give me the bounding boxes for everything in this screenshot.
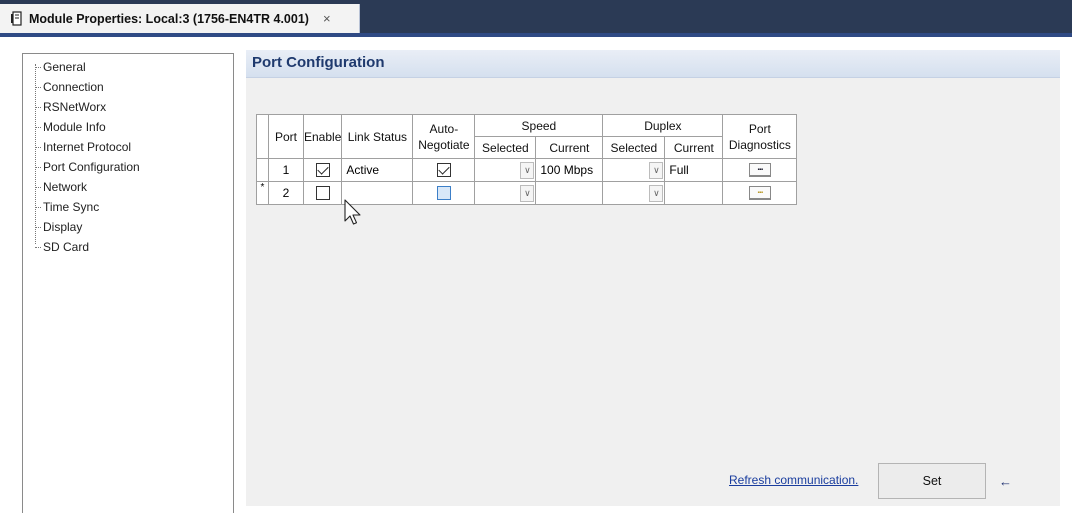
link-status: Active bbox=[341, 158, 414, 182]
tree-item-general[interactable]: General bbox=[23, 57, 233, 77]
module-properties-tab[interactable]: Module Properties: Local:3 (1756-EN4TR 4… bbox=[0, 4, 360, 33]
tab-title: Module Properties: Local:3 (1756-EN4TR 4… bbox=[29, 11, 309, 26]
tree-item-port-configuration[interactable]: Port Configuration bbox=[23, 157, 233, 177]
port-configuration-panel: Port Configuration Port Enable Link Stat… bbox=[246, 50, 1060, 506]
new-row-marker: * bbox=[256, 181, 269, 205]
chevron-down-icon[interactable]: ∨ bbox=[649, 184, 664, 202]
refresh-communication-link[interactable]: Refresh communication. bbox=[729, 473, 858, 487]
chevron-down-icon[interactable]: ∨ bbox=[649, 161, 664, 179]
row-marker-header bbox=[256, 114, 269, 159]
port-number: 2 bbox=[268, 181, 304, 205]
page-title: Port Configuration bbox=[252, 54, 385, 71]
category-tree: General Connection RSNetWorx Module Info… bbox=[22, 53, 234, 513]
enable-checkbox[interactable] bbox=[315, 186, 330, 201]
column-header-auto-negotiate: Auto- Negotiate bbox=[412, 114, 476, 159]
enable-checkbox[interactable] bbox=[315, 163, 330, 178]
speed-selected-cell: ∨ bbox=[474, 158, 537, 182]
auto-negotiate-cell bbox=[412, 181, 476, 205]
port-number: 1 bbox=[268, 158, 304, 182]
table-row: * 2 ∨ ∨ ... bbox=[256, 181, 798, 205]
close-icon[interactable]: × bbox=[323, 12, 331, 25]
module-file-icon bbox=[10, 11, 24, 26]
duplex-selected-cell: ∨ bbox=[602, 181, 666, 205]
column-header-duplex-current: Current bbox=[664, 136, 724, 159]
tree-item-display[interactable]: Display bbox=[23, 217, 233, 237]
tree-item-internet-protocol[interactable]: Internet Protocol bbox=[23, 137, 233, 157]
port-diagnostics-cell: ... bbox=[722, 158, 798, 182]
duplex-current bbox=[664, 181, 724, 205]
tree-item-rsnetworx[interactable]: RSNetWorx bbox=[23, 97, 233, 117]
tree-item-module-info[interactable]: Module Info bbox=[23, 117, 233, 137]
port-diagnostics-cell: ... bbox=[722, 181, 798, 205]
column-header-speed-current: Current bbox=[535, 136, 604, 159]
arrow-left-icon: ← bbox=[999, 474, 1012, 489]
speed-selected-dropdown[interactable]: ∨ bbox=[476, 183, 535, 204]
column-header-port-diagnostics: Port Diagnostics bbox=[722, 114, 798, 159]
auto-negotiate-checkbox[interactable] bbox=[436, 163, 451, 178]
auto-negotiate-cell bbox=[412, 158, 476, 182]
table-row: 1 Active ∨ 100 Mbps ∨ Full ... bbox=[256, 158, 798, 182]
duplex-selected-dropdown[interactable]: ∨ bbox=[604, 183, 664, 204]
chevron-down-icon[interactable]: ∨ bbox=[520, 184, 535, 202]
port-configuration-grid: Port Enable Link Status Auto- Negotiate … bbox=[256, 114, 798, 205]
set-button[interactable]: Set bbox=[878, 463, 986, 499]
document-tab-strip: Module Properties: Local:3 (1756-EN4TR 4… bbox=[0, 0, 1072, 33]
section-header: Port Configuration bbox=[246, 50, 1060, 78]
chevron-down-icon[interactable]: ∨ bbox=[520, 161, 535, 179]
column-header-duplex: Duplex bbox=[602, 114, 724, 137]
speed-selected-cell: ∨ bbox=[474, 181, 537, 205]
speed-current: 100 Mbps bbox=[535, 158, 604, 182]
tree-item-network[interactable]: Network bbox=[23, 177, 233, 197]
row-marker bbox=[256, 158, 269, 182]
column-header-link-status: Link Status bbox=[341, 114, 414, 159]
column-header-speed: Speed bbox=[474, 114, 604, 137]
tree-item-connection[interactable]: Connection bbox=[23, 77, 233, 97]
tree-item-sd-card[interactable]: SD Card bbox=[23, 237, 233, 257]
enable-cell bbox=[302, 181, 343, 205]
tree-item-time-sync[interactable]: Time Sync bbox=[23, 197, 233, 217]
mouse-pointer-icon bbox=[344, 199, 361, 225]
tab-underline bbox=[0, 33, 1072, 37]
duplex-current: Full bbox=[664, 158, 724, 182]
auto-negotiate-checkbox[interactable] bbox=[436, 186, 451, 201]
speed-current bbox=[535, 181, 604, 205]
port-diagnostics-button[interactable]: ... bbox=[748, 163, 771, 178]
speed-selected-dropdown[interactable]: ∨ bbox=[476, 160, 535, 181]
duplex-selected-dropdown[interactable]: ∨ bbox=[604, 160, 664, 181]
port-diagnostics-button[interactable]: ... bbox=[748, 186, 771, 201]
duplex-selected-cell: ∨ bbox=[602, 158, 666, 182]
column-header-duplex-selected: Selected bbox=[602, 136, 666, 159]
enable-cell bbox=[302, 158, 343, 182]
column-header-port: Port bbox=[268, 114, 304, 159]
column-header-speed-selected: Selected bbox=[474, 136, 537, 159]
column-header-enable: Enable bbox=[302, 114, 343, 159]
